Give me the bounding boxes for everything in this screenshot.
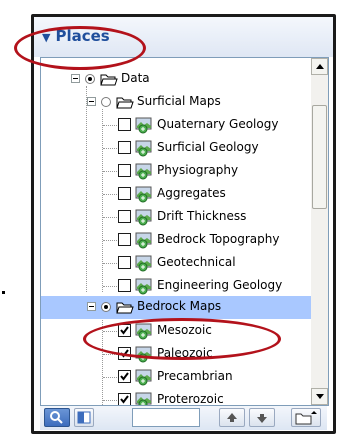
layer-item-surficial-geology[interactable]: Surficial Geology (41, 137, 311, 160)
tree-guide-line (103, 240, 117, 241)
move-down-icon (257, 414, 267, 423)
layer-item-precambrian[interactable]: Precambrian (41, 366, 311, 389)
layer-item-aggregates[interactable]: Aggregates (41, 183, 311, 206)
map-layer-icon (135, 117, 152, 134)
tree-guide-line (103, 377, 117, 378)
tree-node-label: Data (121, 71, 150, 85)
layer-item-drift-thickness[interactable]: Drift Thickness (41, 206, 311, 229)
tree-node-bedrock-maps[interactable]: Bedrock Maps (41, 296, 311, 319)
folder-open-icon (100, 74, 118, 86)
tree-guide-line (103, 148, 117, 149)
map-layer-icon (135, 278, 152, 295)
scroll-down-button[interactable] (311, 388, 328, 405)
scroll-up-button[interactable] (311, 58, 328, 75)
layer-checkbox[interactable] (118, 187, 131, 200)
tree-guide-line (103, 217, 117, 218)
tree-node-data[interactable]: Data (41, 68, 311, 91)
layer-label: Bedrock Topography (157, 232, 280, 246)
tree-guide-line (103, 171, 117, 172)
places-panel-frame: ▼ Places Data Surficial Maps Quaternary … (31, 14, 336, 434)
stray-dot (2, 291, 5, 294)
annotation-ellipse-places (14, 26, 146, 70)
map-layer-icon (135, 232, 152, 249)
layer-item-geotechnical[interactable]: Geotechnical (41, 252, 311, 275)
layer-item-proterozoic[interactable]: Proterozoic (41, 389, 311, 406)
map-layer-icon (135, 392, 152, 405)
tree-guide-line (103, 194, 117, 195)
layer-label: Surficial Geology (157, 140, 259, 154)
move-down-button[interactable] (249, 408, 275, 427)
places-toolbar (40, 406, 327, 430)
tree-node-label: Bedrock Maps (137, 299, 222, 313)
tree-guide-line (103, 125, 117, 126)
tree-node-surficial-maps[interactable]: Surficial Maps (41, 91, 311, 114)
vertical-scrollbar[interactable] (311, 58, 328, 405)
map-layer-icon (135, 140, 152, 157)
search-input[interactable] (132, 408, 200, 427)
layer-label: Proterozoic (157, 392, 224, 406)
annotation-ellipse-mesozoic (83, 318, 281, 360)
folder-menu-button[interactable] (291, 408, 321, 427)
layer-item-quaternary-geology[interactable]: Quaternary Geology (41, 114, 311, 137)
radio-button[interactable] (85, 74, 95, 84)
collapse-toggle-icon[interactable] (87, 302, 96, 311)
layer-checkbox[interactable] (118, 370, 131, 383)
layer-label: Precambrian (157, 369, 233, 383)
scroll-thumb[interactable] (312, 105, 327, 209)
layer-label: Geotechnical (157, 255, 236, 269)
layer-checkbox[interactable] (118, 279, 131, 292)
folder-open-icon (116, 302, 134, 314)
layer-label: Quaternary Geology (157, 117, 279, 131)
tree-node-label: Surficial Maps (137, 94, 221, 108)
search-button[interactable] (44, 408, 70, 427)
layer-checkbox[interactable] (118, 393, 131, 405)
map-layer-icon (135, 255, 152, 272)
map-layer-icon (135, 163, 152, 180)
move-up-button[interactable] (219, 408, 245, 427)
tree-guide-line (103, 286, 117, 287)
layer-label: Physiography (157, 163, 239, 177)
layer-label: Drift Thickness (157, 209, 247, 223)
map-layer-icon (135, 186, 152, 203)
layer-checkbox[interactable] (118, 118, 131, 131)
tree-guide-line (103, 400, 117, 401)
layer-checkbox[interactable] (118, 210, 131, 223)
layer-item-bedrock-topography[interactable]: Bedrock Topography (41, 229, 311, 252)
tree-guide-line (103, 263, 117, 264)
radio-button[interactable] (101, 302, 111, 312)
layer-item-engineering-geology[interactable]: Engineering Geology (41, 275, 311, 298)
split-view-icon (77, 411, 91, 424)
layer-label: Aggregates (157, 186, 226, 200)
search-icon (50, 411, 63, 424)
map-layer-icon (135, 209, 152, 226)
folder-menu-icon (295, 411, 317, 425)
radio-button[interactable] (101, 97, 111, 107)
map-layer-icon (135, 369, 152, 386)
layer-label: Engineering Geology (157, 278, 283, 292)
layer-checkbox[interactable] (118, 164, 131, 177)
collapse-toggle-icon[interactable] (87, 97, 96, 106)
layer-checkbox[interactable] (118, 233, 131, 246)
folder-open-icon (116, 97, 134, 109)
move-up-icon (227, 413, 237, 422)
layer-item-physiography[interactable]: Physiography (41, 160, 311, 183)
split-view-button[interactable] (74, 408, 94, 427)
layer-checkbox[interactable] (118, 141, 131, 154)
layer-checkbox[interactable] (118, 256, 131, 269)
collapse-toggle-icon[interactable] (71, 74, 80, 83)
